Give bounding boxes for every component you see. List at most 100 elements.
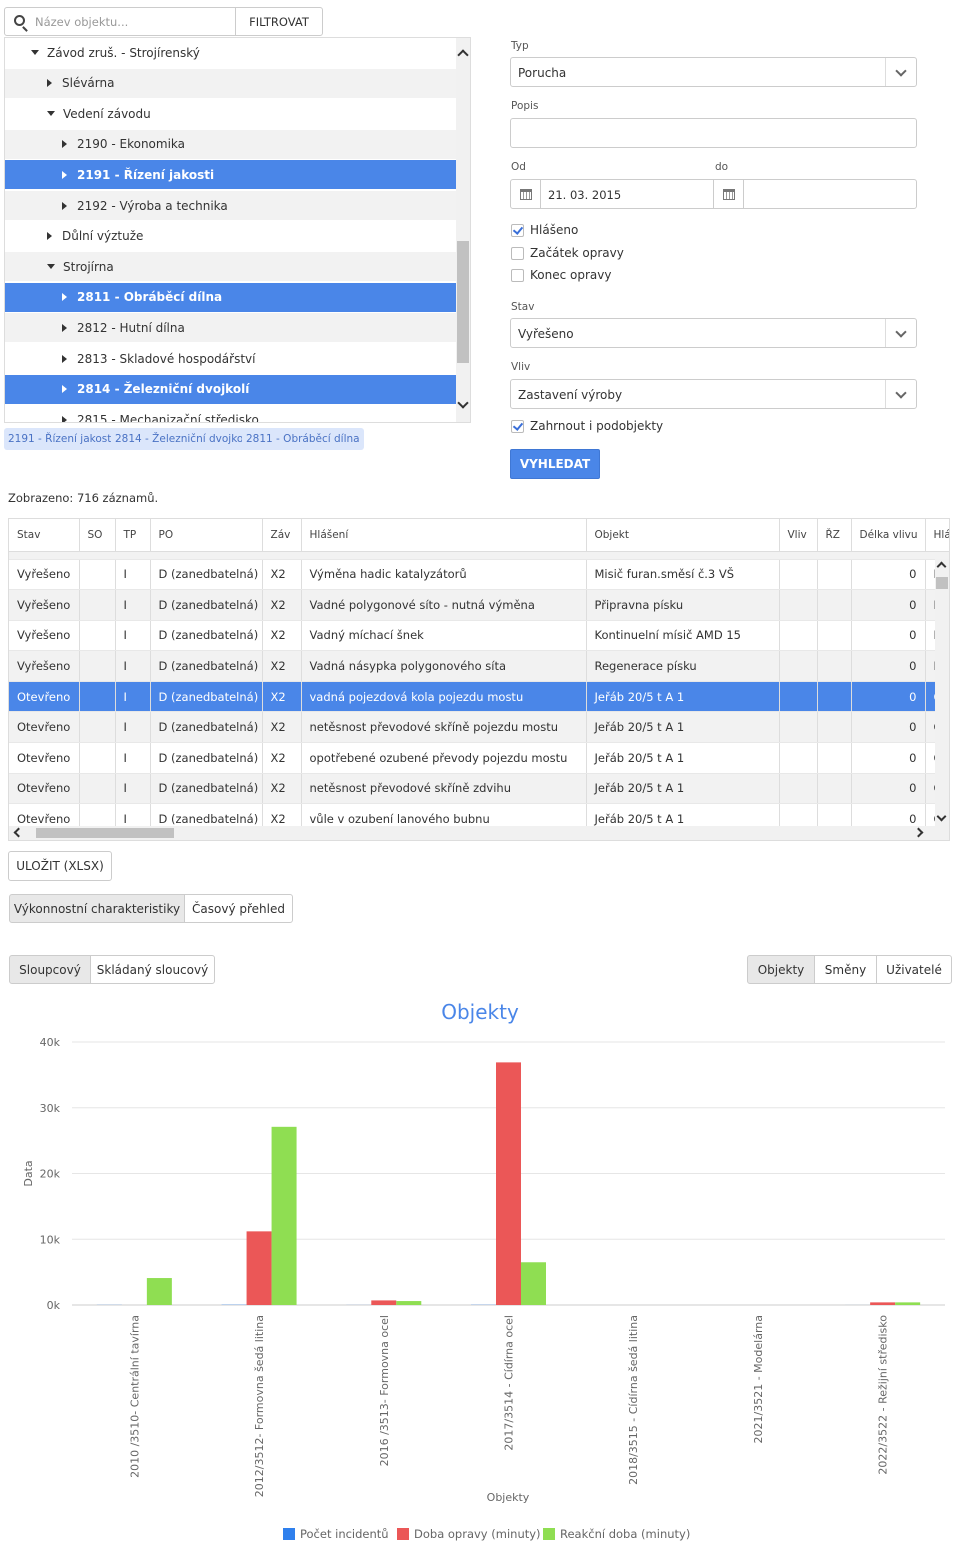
tree-item[interactable]: Závod zruš. - Strojírenský (5, 38, 457, 68)
tree-item[interactable]: 2814 - Železniční dvojkolí (5, 374, 457, 405)
table-row[interactable]: Otevřeno I D (zanedbatelná) X2 opotřebené oz… (9, 742, 949, 774)
table-cell: Vadné polygonové síto - nutná výměna (301, 589, 587, 621)
column-header[interactable]: SO (79, 519, 116, 552)
column-header[interactable]: ŘZ (817, 519, 852, 552)
column-header[interactable]: Délka vlivu (851, 519, 926, 552)
table-cell: Výměna hadic katalyzátorů (301, 559, 587, 591)
scroll-down-icon[interactable] (457, 397, 469, 409)
caret-right-icon[interactable] (62, 170, 67, 179)
column-header[interactable]: TP (115, 519, 151, 552)
tree-scroll-thumb[interactable] (457, 241, 469, 363)
tree-item-label: 2190 - Ekonomika (77, 137, 186, 152)
column-header[interactable]: Stav (9, 519, 80, 552)
tree-item[interactable]: Důlní výztuže (5, 222, 457, 252)
column-header[interactable]: Hlášeno (925, 519, 949, 552)
event-checkbox[interactable] (511, 269, 524, 282)
column-header[interactable]: Objekt (586, 519, 780, 552)
table-vscroll-thumb[interactable] (936, 577, 948, 589)
table-cell (817, 711, 852, 744)
table-row[interactable]: Vyřešeno I D (zanedbatelná) X2 Vadná násypka… (9, 650, 949, 682)
column-header[interactable]: PO (150, 519, 263, 552)
caret-right-icon[interactable] (62, 385, 67, 394)
caret-down-icon[interactable] (47, 111, 55, 117)
search-input[interactable] (35, 13, 230, 31)
typ-value: Porucha (518, 66, 567, 80)
scroll-left-icon[interactable] (13, 827, 24, 838)
selected-tag[interactable]: 2811 - Obráběcí dílna (242, 428, 364, 450)
stav-select[interactable]: Vyřešeno (510, 318, 917, 348)
caret-right-icon[interactable] (62, 354, 67, 363)
tree-item[interactable]: 2815 - Mechanizační středisko (5, 405, 457, 422)
table-hscroll-thumb[interactable] (36, 828, 174, 838)
tree-item[interactable]: Vedení závodu (5, 99, 457, 130)
tree-scrollbar[interactable] (456, 38, 470, 422)
scroll-right-icon[interactable] (913, 827, 924, 838)
caret-right-icon[interactable] (47, 232, 52, 241)
popis-input[interactable] (510, 118, 917, 148)
table-row[interactable]: Otevřeno I D (zanedbatelná) X2 netěsnost pře… (9, 711, 949, 744)
tree-item[interactable]: 2811 - Obráběcí dílna (5, 282, 457, 313)
caret-right-icon[interactable] (62, 140, 67, 149)
event-checkbox[interactable] (511, 247, 524, 260)
caret-down-icon[interactable] (31, 50, 39, 55)
column-header[interactable]: Záv (262, 519, 302, 552)
table-row[interactable]: Vyřešeno I D (zanedbatelná) X2 Vadný míchací… (9, 620, 949, 652)
include-subobjects-checkbox[interactable] (511, 420, 524, 433)
selected-tag[interactable]: 2191 - Řízení jakosti (4, 428, 119, 450)
tab-time-overview[interactable]: Časový přehled (184, 894, 293, 923)
event-checkbox[interactable] (511, 224, 524, 237)
tree-item[interactable]: 2812 - Hutní dílna (5, 313, 457, 344)
table-cell: I (115, 773, 151, 805)
tab-objects[interactable]: Objekty (747, 955, 815, 984)
table-cell: X2 (262, 589, 302, 621)
table-row[interactable]: Vyřešeno I D (zanedbatelná) X2 Vadné polygon… (9, 589, 949, 621)
table-cell: 0 (851, 711, 926, 744)
do-date-field[interactable] (713, 179, 917, 209)
vliv-label: Vliv (511, 361, 531, 373)
tree-item-label: 2192 - Výroba a technika (77, 198, 228, 213)
typ-select[interactable]: Porucha (510, 57, 917, 87)
tree-item[interactable]: Slévárna (5, 68, 457, 99)
caret-right-icon[interactable] (47, 79, 52, 88)
table-horizontal-scrollbar[interactable] (9, 826, 949, 840)
table-cell: D (zanedbatelná) (150, 711, 263, 744)
table-cell (79, 742, 116, 774)
selected-tag[interactable]: 2814 - Železniční dvojkolí (111, 428, 254, 450)
tab-users[interactable]: Uživatelé (876, 955, 952, 984)
scroll-down-icon[interactable] (936, 811, 947, 822)
table-row[interactable]: Otevřeno I D (zanedbatelná) X2 vadná pojezdo… (9, 681, 949, 713)
tab-stacked-bar[interactable]: Skládaný sloucový (90, 955, 215, 984)
caret-right-icon[interactable] (62, 293, 67, 302)
table-cell (779, 620, 818, 652)
tree-item[interactable]: Strojírna (5, 252, 457, 283)
table-vertical-scrollbar[interactable] (935, 559, 949, 827)
tree-item[interactable]: 2192 - Výroba a technika (5, 191, 457, 221)
tab-shifts[interactable]: Směny (814, 955, 877, 984)
table-cell (79, 620, 116, 652)
search-button[interactable]: VYHLEDAT (510, 449, 600, 479)
caret-down-icon[interactable] (47, 264, 55, 270)
scroll-up-icon[interactable] (457, 49, 469, 61)
tab-performance[interactable]: Výkonnostní charakteristiky (9, 894, 185, 923)
table-row[interactable]: Otevřeno I D (zanedbatelná) X2 netěsnost pře… (9, 773, 949, 805)
scroll-up-icon[interactable] (936, 561, 947, 572)
caret-right-icon[interactable] (62, 323, 67, 332)
filter-button[interactable]: FILTROVAT (235, 7, 323, 36)
tree-item[interactable]: 2190 - Ekonomika (5, 129, 457, 160)
vliv-select[interactable]: Zastavení výroby (510, 379, 917, 409)
table-row[interactable]: Vyřešeno I D (zanedbatelná) X2 Výměna hadic … (9, 559, 949, 591)
table-cell (817, 589, 852, 621)
caret-right-icon[interactable] (62, 415, 67, 422)
tab-bar-chart[interactable]: Sloupcový (9, 955, 91, 984)
tree-item[interactable]: 2813 - Skladové hospodářství (5, 344, 457, 374)
table-cell: D (zanedbatelná) (150, 742, 263, 774)
calendar-icon[interactable] (722, 188, 735, 200)
column-header[interactable]: Vliv (779, 519, 818, 552)
save-xlsx-button[interactable]: ULOŽIT (XLSX) (8, 851, 112, 881)
calendar-icon[interactable] (519, 188, 532, 200)
caret-right-icon[interactable] (62, 201, 67, 210)
column-header[interactable]: Hlášení (301, 519, 587, 552)
tree-item[interactable]: 2191 - Řízení jakosti (5, 160, 457, 191)
od-date-field[interactable]: 21. 03. 2015 (510, 179, 714, 209)
search-icon (14, 15, 25, 26)
